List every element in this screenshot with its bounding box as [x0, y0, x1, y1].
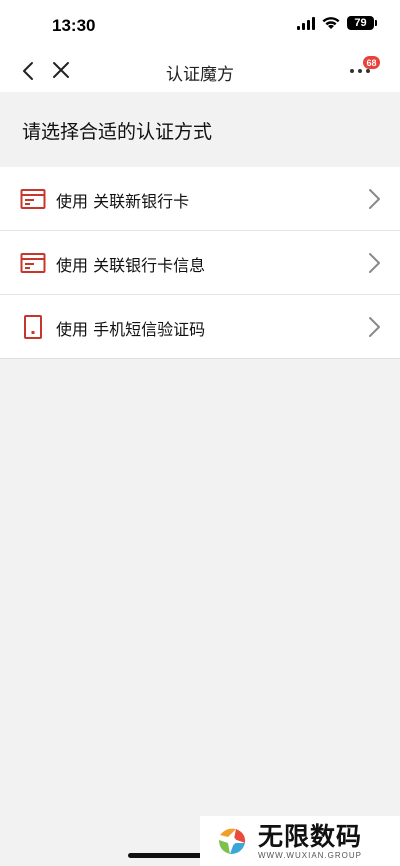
signal-icon	[297, 16, 315, 30]
battery-icon: 79	[347, 16, 377, 30]
option-new-bank-card[interactable]: 使用 关联新银行卡	[0, 167, 400, 231]
card-icon	[20, 253, 46, 273]
auth-options-list: 使用 关联新银行卡 使用 关联银行卡信息 使用 手机短信验证码	[0, 167, 400, 359]
option-label: 使用 关联新银行卡	[56, 192, 190, 211]
option-label: 使用 手机短信验证码	[56, 320, 206, 339]
section-header: 请选择合适的认证方式	[0, 92, 400, 166]
section-title: 请选择合适的认证方式	[22, 121, 213, 143]
notification-badge: 68	[363, 56, 380, 69]
watermark: 无限数码 WWW.WUXIAN.GROUP	[200, 816, 400, 866]
brand-logo-icon	[216, 825, 248, 857]
page-title: 认证魔方	[166, 65, 234, 85]
chevron-right-icon	[369, 317, 380, 337]
option-linked-bank-card-info[interactable]: 使用 关联银行卡信息	[0, 231, 400, 295]
status-time: 13:30	[52, 16, 96, 35]
option-label: 使用 关联银行卡信息	[56, 256, 206, 275]
card-icon	[20, 189, 46, 209]
watermark-title: 无限数码	[258, 821, 363, 851]
status-icons: 79	[297, 16, 377, 30]
watermark-text: 无限数码 WWW.WUXIAN.GROUP	[258, 821, 363, 860]
chevron-right-icon	[369, 253, 380, 273]
chevron-right-icon	[369, 189, 380, 209]
more-button[interactable]: 68	[350, 56, 380, 80]
status-bar: 13:30 79	[0, 0, 400, 50]
nav-bar: 认证魔方 68	[0, 50, 400, 92]
phone-icon	[24, 315, 42, 339]
wifi-icon	[322, 17, 340, 29]
watermark-subtitle: WWW.WUXIAN.GROUP	[258, 850, 362, 860]
more-dots-icon	[350, 69, 370, 73]
option-sms-code[interactable]: 使用 手机短信验证码	[0, 295, 400, 359]
